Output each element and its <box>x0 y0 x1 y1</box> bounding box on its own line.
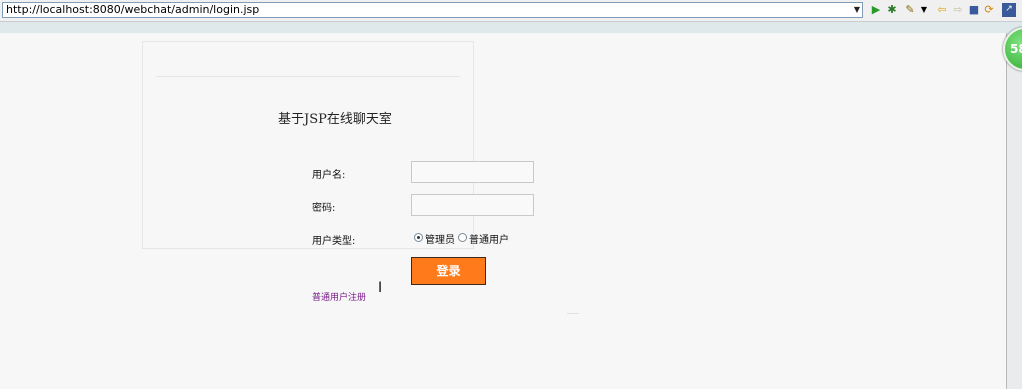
radio-admin[interactable] <box>414 233 423 242</box>
back-icon[interactable]: ⇦ <box>936 4 948 16</box>
username-label: 用户名: <box>312 170 346 181</box>
decorative-mark <box>567 313 579 314</box>
login-panel <box>142 41 474 249</box>
user-type-label: 用户类型: <box>312 236 356 247</box>
open-browser-icon[interactable]: ↗ <box>1002 3 1016 17</box>
go-icon[interactable]: ▶ <box>870 4 882 16</box>
url-input[interactable]: http://localhost:8080/webchat/admin/logi… <box>2 2 863 18</box>
login-button[interactable]: 登录 <box>411 257 486 285</box>
register-link[interactable]: 普通用户注册 <box>312 290 366 303</box>
username-input[interactable] <box>411 161 534 183</box>
tools-icon[interactable]: ✎ <box>904 4 916 16</box>
debug-icon[interactable]: ✱ <box>886 4 898 16</box>
password-label: 密码: <box>312 203 336 214</box>
url-dropdown-icon[interactable]: ▼ <box>852 3 862 17</box>
text-cursor-icon: I <box>378 280 383 296</box>
toolbar-gap <box>0 22 1022 33</box>
password-input[interactable] <box>411 194 534 216</box>
forward-icon[interactable]: ⇨ <box>952 4 964 16</box>
stop-icon[interactable]: ■ <box>968 4 980 16</box>
radio-user[interactable] <box>458 233 467 242</box>
divider <box>156 76 460 77</box>
scrollbar[interactable] <box>1006 33 1022 389</box>
address-bar-row: http://localhost:8080/webchat/admin/logi… <box>0 0 1022 22</box>
tools-dropdown-icon[interactable]: ▼ <box>918 4 930 16</box>
refresh-icon[interactable]: ⟳ <box>983 4 995 16</box>
radio-user-label[interactable]: 普通用户 <box>469 231 509 246</box>
radio-admin-label[interactable]: 管理员 <box>425 231 455 246</box>
page-title: 基于JSP在线聊天室 <box>278 112 392 127</box>
